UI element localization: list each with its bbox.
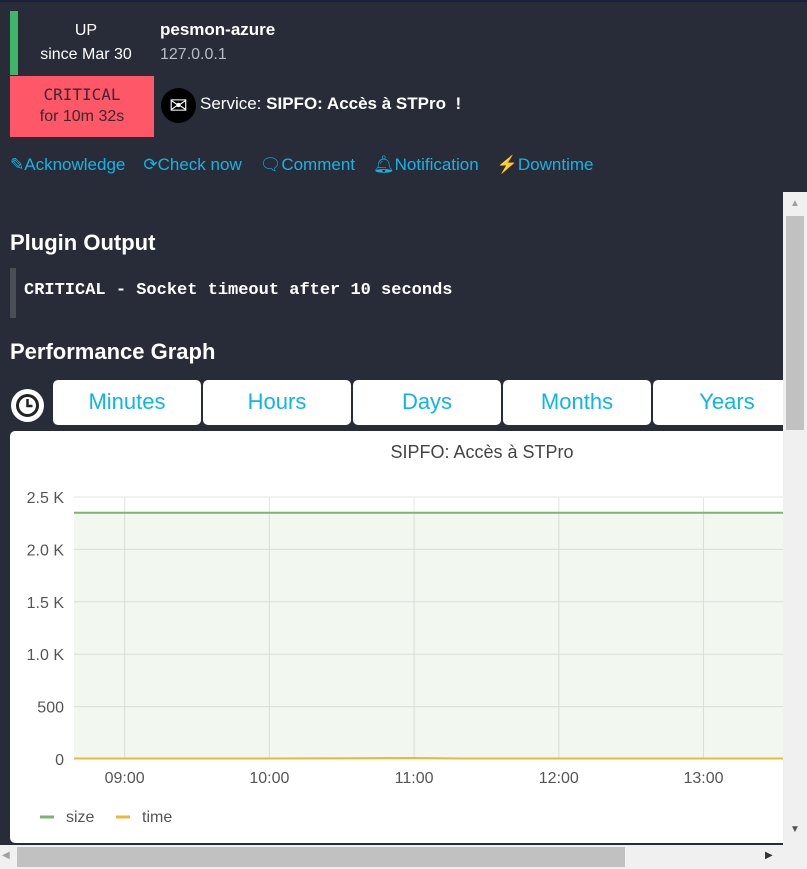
x-tick-label: 11:00 [395, 770, 434, 787]
action-bar: ✎Acknowledge ⟳Check now 🗨Comment 🔔︎Notif… [10, 155, 593, 175]
x-tick-label: 13:00 [683, 770, 723, 787]
comment-icon: 🗨 [259, 155, 282, 174]
scroll-content: Plugin Output CRITICAL - Socket timeout … [0, 192, 783, 845]
scroll-right-icon[interactable]: ▶ [765, 850, 773, 861]
plugin-output-title: Plugin Output [10, 230, 156, 255]
x-tick-label: 10:00 [249, 770, 289, 787]
y-tick-label: 2.5 K [27, 490, 65, 507]
tab-years[interactable]: Years [653, 380, 783, 425]
flag-icon: ! [455, 94, 462, 113]
service-label: Service: [200, 94, 262, 113]
host-state-badge: UP since Mar 30 [10, 11, 154, 75]
performance-chart: SIPFO: Accès à STPro 0 500 1.0 K 1.5 K 2.0 K 2… [10, 431, 783, 843]
host-name[interactable]: pesmon-azure [160, 20, 275, 40]
comment-button[interactable]: 🗨Comment [260, 155, 355, 175]
y-tick-label: 500 [37, 700, 64, 717]
clock-icon[interactable] [11, 389, 44, 422]
horizontal-scrollbar[interactable]: ◀ ▶ [0, 845, 807, 869]
refresh-icon: ⟳ [143, 155, 158, 174]
label: Acknowledge [24, 155, 126, 174]
y-tick-label: 1.5 K [27, 595, 65, 612]
host-address: 127.0.0.1 [160, 46, 227, 63]
notification-button[interactable]: 🔔︎Notification [373, 155, 479, 175]
plugin-output-text: CRITICAL - Socket timeout after 10 secon… [10, 268, 770, 318]
downtime-button[interactable]: ⚡Downtime [497, 155, 594, 175]
service-title: Service: SIPFO: Accès à STPro ! [200, 94, 461, 114]
time-range-tabs: Minutes Hours Days Months Years [53, 380, 783, 425]
check-now-button[interactable]: ⟳Check now [143, 155, 241, 175]
legend-label-size: size [66, 809, 95, 826]
tab-days[interactable]: Days [353, 380, 501, 425]
chart-title: SIPFO: Accès à STPro [390, 442, 573, 462]
edit-icon: ✎ [10, 155, 25, 174]
performance-graph-title: Performance Graph [10, 339, 216, 364]
top-bar [0, 0, 807, 2]
service-name: SIPFO: Accès à STPro [266, 94, 446, 113]
scroll-down-icon[interactable]: ▼ [790, 824, 800, 835]
series-line-time [74, 756, 783, 760]
label: Check now [157, 155, 242, 174]
label: Comment [281, 155, 356, 174]
acknowledge-button[interactable]: ✎Acknowledge [10, 155, 125, 175]
label: Downtime [517, 155, 594, 174]
vertical-scrollbar[interactable]: ▲ ▼ [783, 192, 807, 845]
tab-minutes[interactable]: Minutes [53, 380, 201, 425]
y-tick-label: 0 [55, 752, 64, 769]
plug-icon: ⚡ [496, 155, 518, 174]
label: Notification [394, 155, 479, 174]
service-state: CRITICAL [43, 85, 121, 104]
service-duration: for 10m 32s [39, 108, 125, 125]
chart-svg: SIPFO: Accès à STPro 0 500 1.0 K 1.5 K 2.0 K 2… [27, 442, 783, 826]
x-tick-label: 09:00 [105, 770, 145, 787]
y-tick-label: 2.0 K [27, 542, 65, 559]
y-tick-label: 1.0 K [27, 647, 65, 664]
x-tick-label: 12:00 [539, 770, 579, 787]
host-state: UP [74, 22, 98, 39]
envelope-icon: ✉ [161, 88, 196, 123]
bell-icon: 🔔︎ [373, 155, 395, 174]
scroll-up-icon[interactable]: ▲ [790, 198, 800, 209]
host-since: since Mar 30 [40, 46, 132, 63]
series-area-size [74, 512, 783, 759]
tab-months[interactable]: Months [503, 380, 651, 425]
vertical-scroll-thumb[interactable] [786, 216, 804, 430]
tab-hours[interactable]: Hours [203, 380, 351, 425]
legend-label-time: time [142, 809, 172, 826]
horizontal-scroll-thumb[interactable] [17, 847, 625, 867]
scroll-left-icon[interactable]: ◀ [2, 850, 10, 861]
service-state-badge: CRITICAL for 10m 32s [10, 76, 154, 137]
